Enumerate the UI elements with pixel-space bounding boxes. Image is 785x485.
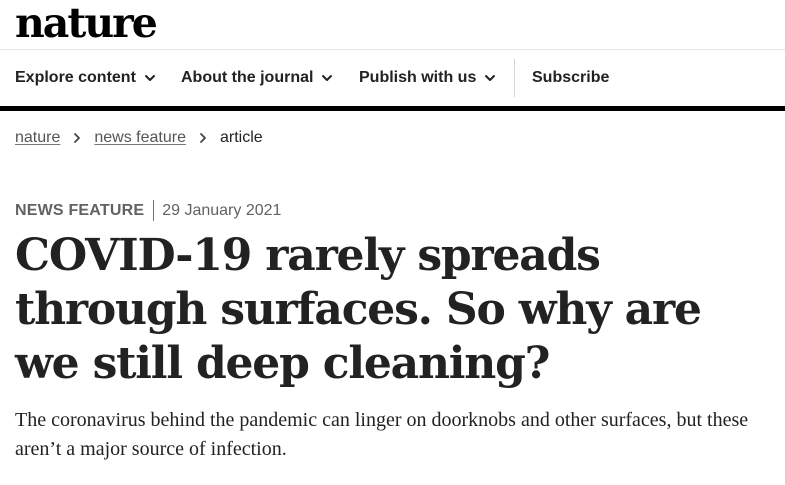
masthead: nature <box>0 0 785 50</box>
nature-logo[interactable]: nature <box>15 2 158 44</box>
chevron-down-icon <box>144 75 155 81</box>
nav-subscribe[interactable]: Subscribe <box>532 50 609 106</box>
nav-subscribe-label: Subscribe <box>532 69 610 86</box>
breadcrumb-nature[interactable]: nature <box>15 129 60 147</box>
article-meta: NEWS FEATURE 29 January 2021 <box>15 200 281 221</box>
article-standfirst: The coronavirus behind the pandemic can … <box>15 409 749 460</box>
chevron-right-icon <box>200 133 206 143</box>
nav-publish-with-us[interactable]: Publish with us <box>359 50 496 106</box>
publication-date: 29 January 2021 <box>162 201 282 219</box>
article-title: COVID-19 rarely spreads through surfaces… <box>15 230 702 389</box>
chevron-down-icon <box>322 75 333 81</box>
primary-nav: Explore content About the journal Publis… <box>0 50 785 111</box>
nav-about-journal[interactable]: About the journal <box>181 50 333 106</box>
nav-explore-content[interactable]: Explore content <box>15 50 156 106</box>
page: nature Explore content About the journal… <box>0 0 785 485</box>
breadcrumb-article: article <box>219 129 263 146</box>
nav-explore-content-label: Explore content <box>15 69 136 86</box>
breadcrumb-news-feature[interactable]: news feature <box>94 129 186 147</box>
nav-about-journal-label: About the journal <box>181 69 314 86</box>
article-type: NEWS FEATURE <box>15 201 145 219</box>
chevron-down-icon <box>485 75 496 81</box>
meta-divider <box>153 200 155 221</box>
nav-publish-with-us-label: Publish with us <box>359 69 477 86</box>
nav-divider <box>514 59 515 97</box>
breadcrumb: nature news feature article <box>15 129 263 147</box>
chevron-right-icon <box>74 133 81 143</box>
